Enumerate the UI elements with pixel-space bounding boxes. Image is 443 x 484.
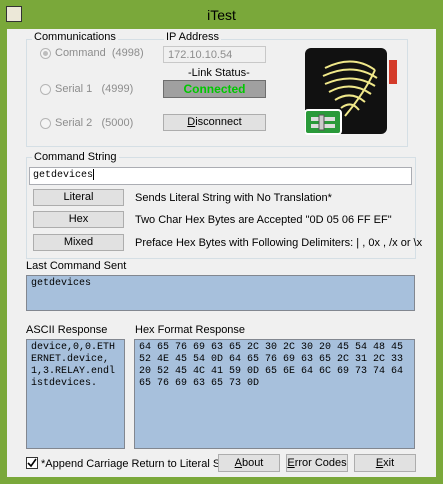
radio-serial-2-label[interactable]: Serial 2 (5000) bbox=[55, 117, 133, 129]
error-codes-label: rror Codes bbox=[294, 457, 347, 469]
link-status-indicator: Connected bbox=[163, 80, 266, 98]
hex-button[interactable]: Hex bbox=[33, 211, 124, 228]
about-hotkey: A bbox=[234, 457, 242, 469]
hex-description: Two Char Hex Bytes are Accepted "0D 05 0… bbox=[135, 214, 392, 226]
ip-address-value: 172.10.10.54 bbox=[168, 49, 233, 61]
literal-description: Sends Literal String with No Translation… bbox=[135, 192, 332, 204]
title-bar[interactable]: iTest bbox=[0, 0, 443, 29]
disconnect-label: isconnect bbox=[195, 116, 242, 128]
ascii-response-label: ASCII Response bbox=[26, 324, 108, 336]
mixed-button[interactable]: Mixed bbox=[33, 234, 124, 251]
text-cursor bbox=[93, 168, 95, 180]
command-string-input[interactable]: getdevices bbox=[29, 167, 412, 185]
radio-command-label[interactable]: Command (4998) bbox=[55, 47, 144, 59]
command-string-value: getdevices bbox=[33, 170, 94, 181]
checkmark-icon bbox=[27, 458, 37, 468]
window-title: iTest bbox=[207, 7, 236, 23]
communications-label: Communications bbox=[32, 31, 118, 43]
mixed-description: Preface Hex Bytes with Following Delimit… bbox=[135, 237, 423, 249]
exit-label: xit bbox=[383, 457, 395, 469]
append-cr-label[interactable]: *Append Carriage Return to Literal Send bbox=[41, 458, 239, 470]
last-command-label: Last Command Sent bbox=[26, 260, 127, 272]
last-command-textbox[interactable]: getdevices bbox=[26, 275, 415, 311]
literal-button[interactable]: Literal bbox=[33, 189, 124, 206]
about-label: bout bbox=[241, 457, 264, 469]
link-status-value: Connected bbox=[183, 82, 246, 96]
append-cr-checkbox[interactable] bbox=[26, 457, 38, 469]
radio-command[interactable] bbox=[40, 48, 51, 59]
command-string-label: Command String bbox=[32, 151, 119, 163]
about-button[interactable]: About bbox=[218, 454, 280, 472]
hex-response-label: Hex Format Response bbox=[135, 324, 246, 336]
radio-serial-2[interactable] bbox=[40, 118, 51, 129]
error-codes-hotkey: E bbox=[287, 457, 295, 469]
disconnect-button[interactable]: Disconnect bbox=[163, 114, 266, 131]
itest-logo bbox=[304, 46, 401, 138]
hex-response-textbox[interactable]: 64 65 76 69 63 65 2C 30 2C 30 20 45 54 4… bbox=[134, 339, 415, 449]
app-window: iTest Communications Command (4998) Seri… bbox=[0, 0, 443, 484]
radio-serial-1[interactable] bbox=[40, 84, 51, 95]
ascii-response-textbox[interactable]: device,0,0.ETHERNET.device,1,3.RELAY.end… bbox=[26, 339, 125, 449]
link-status-label: -Link Status- bbox=[188, 67, 250, 79]
ip-address-label: IP Address bbox=[164, 31, 221, 43]
exit-button[interactable]: Exit bbox=[354, 454, 416, 472]
radio-serial-1-label[interactable]: Serial 1 (4999) bbox=[55, 83, 133, 95]
ip-address-field[interactable]: 172.10.10.54 bbox=[163, 46, 266, 63]
client-area: Communications Command (4998) Serial 1 (… bbox=[7, 29, 436, 477]
error-codes-button[interactable]: Error Codes bbox=[286, 454, 348, 472]
